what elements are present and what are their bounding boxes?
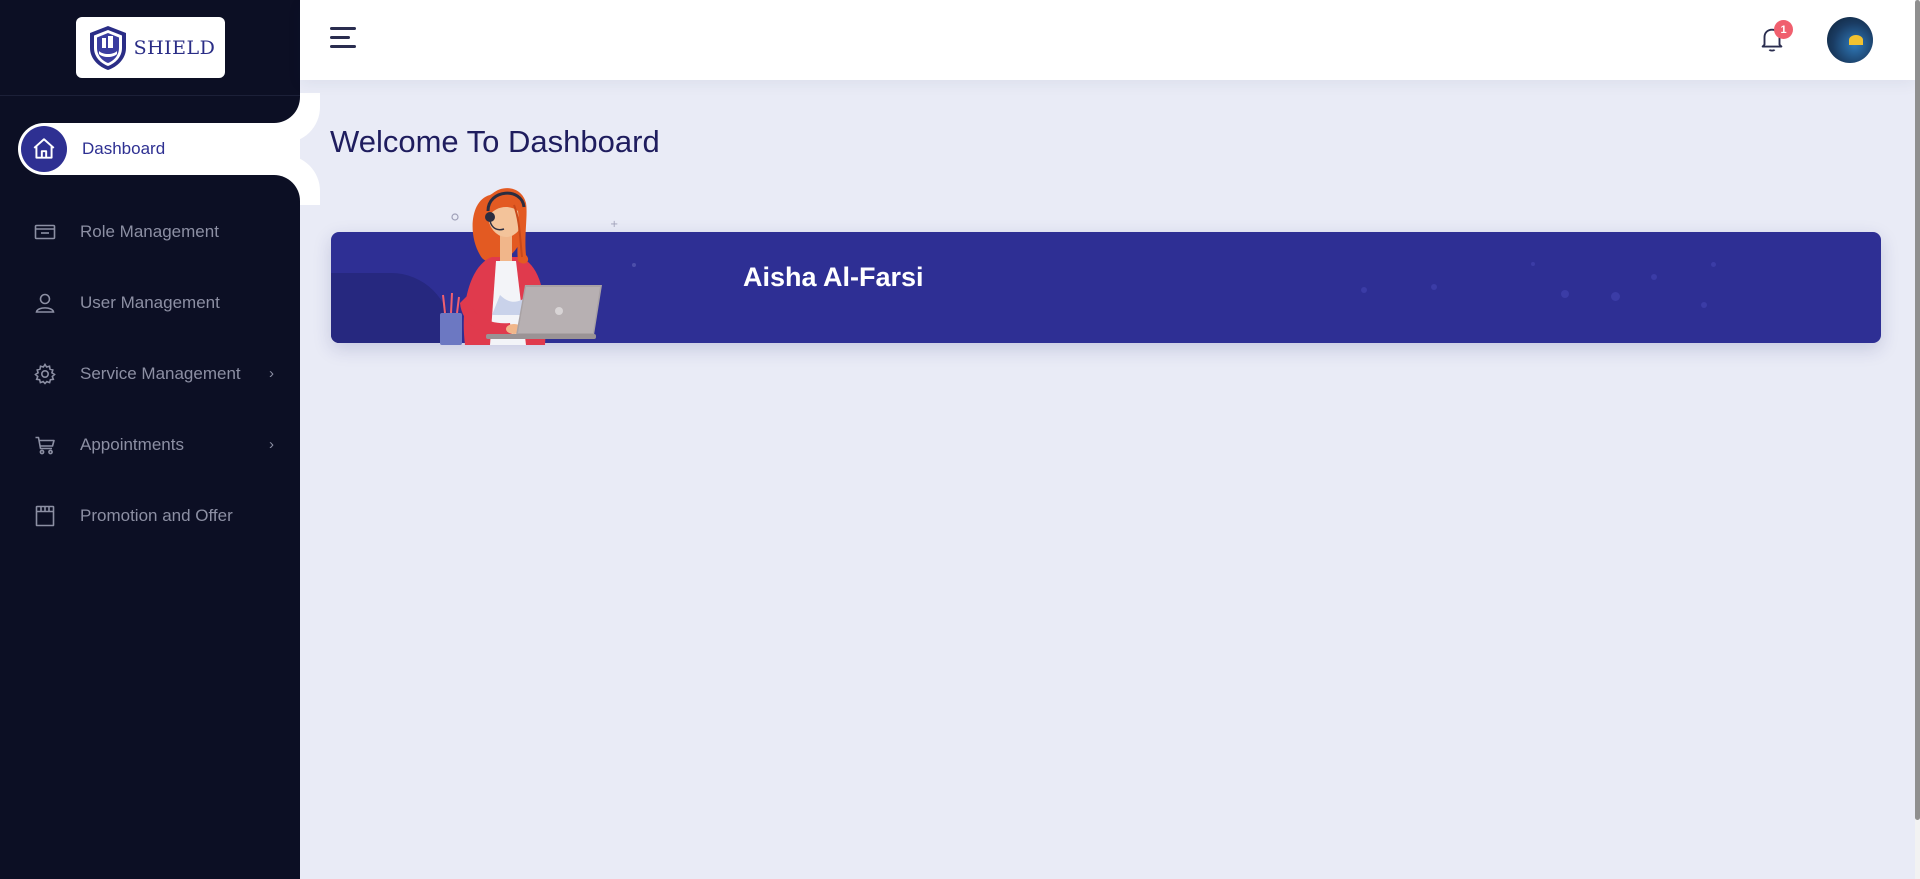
woman-with-headset-laptop: + <box>440 188 636 345</box>
sidebar: SHIELD Dashboard Role Management User Ma… <box>0 0 300 879</box>
shield-logo-icon <box>89 25 126 70</box>
hamburger-icon[interactable] <box>330 27 356 51</box>
svg-text:+: + <box>610 219 618 230</box>
user-avatar[interactable] <box>1827 17 1873 63</box>
sidebar-item-appointments[interactable]: Appointments › <box>0 419 300 471</box>
chevron-right-icon: › <box>269 436 274 453</box>
notification-badge: 1 <box>1774 20 1793 39</box>
sidebar-item-label: Appointments <box>80 435 184 454</box>
logo-area: SHIELD <box>0 0 300 96</box>
sidebar-item-label: Role Management <box>80 222 219 241</box>
sidebar-item-user-management[interactable]: User Management <box>0 277 300 329</box>
sidebar-item-label: Promotion and Offer <box>80 506 233 525</box>
brand-logo[interactable]: SHIELD <box>76 17 225 78</box>
page-title: Welcome To Dashboard <box>330 124 660 159</box>
sidebar-item-label: User Management <box>80 293 220 312</box>
cart-icon <box>32 432 58 458</box>
sidebar-item-service-management[interactable]: Service Management › <box>0 348 300 400</box>
sidebar-item-label: Service Management <box>80 364 241 383</box>
sidebar-item-label: Dashboard <box>82 139 166 158</box>
sidebar-item-role-management[interactable]: Role Management <box>0 206 300 258</box>
calendar-icon <box>32 503 58 529</box>
scrollbar-thumb[interactable] <box>1915 0 1920 820</box>
gear-icon <box>32 361 58 387</box>
brand-name: SHIELD <box>133 36 216 59</box>
welcome-user-name: Aisha Al-Farsi <box>743 262 924 292</box>
sidebar-item-promotion-and-offer[interactable]: Promotion and Offer <box>0 490 300 542</box>
user-icon <box>32 290 58 316</box>
top-bar: 1 <box>300 0 1915 80</box>
sidebar-item-dashboard[interactable]: Dashboard <box>18 123 300 175</box>
chevron-right-icon: › <box>269 365 274 382</box>
id-card-icon <box>32 219 58 245</box>
home-icon <box>21 126 67 172</box>
